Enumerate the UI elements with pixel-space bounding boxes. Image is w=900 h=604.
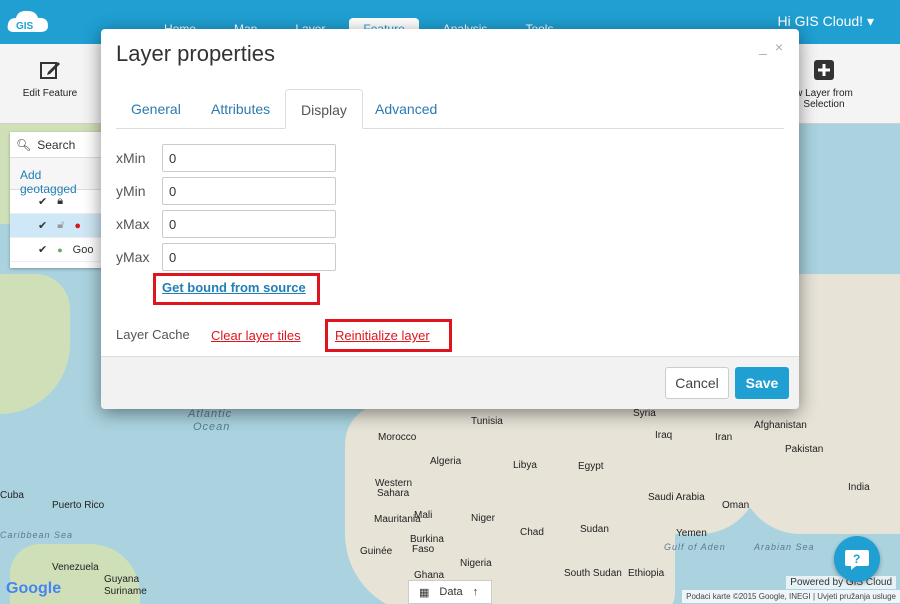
arrow-up-icon: ↑: [472, 586, 479, 598]
edit-feature-label: Edit Feature: [22, 88, 78, 99]
dialog-tabs: General Attributes Display Advanced: [116, 89, 784, 129]
ymax-input[interactable]: [162, 243, 336, 271]
map-label-morocco: Morocco: [378, 432, 417, 443]
map-label-afghanistan: Afghanistan: [754, 420, 807, 431]
edit-feature-button[interactable]: Edit Feature: [0, 58, 100, 99]
map-label-pakistan: Pakistan: [785, 444, 824, 455]
dialog-title: Layer properties: [116, 41, 275, 66]
map-label-egypt: Egypt: [578, 461, 604, 472]
lock-icon[interactable]: 🔒︎: [57, 195, 63, 208]
map-label-sudan: Sudan: [580, 524, 609, 535]
check-icon[interactable]: ✔: [38, 195, 47, 208]
data-tab-button[interactable]: ▦ Data ↑: [408, 580, 492, 604]
help-chat-button[interactable]: ?: [834, 536, 880, 582]
map-label-nigeria: Nigeria: [460, 558, 492, 569]
xmin-label: xMin: [116, 150, 146, 166]
layer-dot-icon: ●: [57, 244, 63, 255]
dialog-footer: Cancel Save: [101, 356, 799, 409]
map-label-south-sudan: South Sudan: [564, 568, 622, 579]
tab-general[interactable]: General: [116, 89, 196, 129]
map-label-mali: Mali: [414, 510, 433, 521]
tab-display[interactable]: Display: [285, 89, 363, 129]
save-button[interactable]: Save: [735, 367, 789, 399]
map-label-saudi: Saudi Arabia: [648, 492, 705, 503]
xmax-input[interactable]: [162, 210, 336, 238]
ymin-input[interactable]: [162, 177, 336, 205]
map-label-arabian-sea: Arabian Sea: [754, 542, 815, 552]
xmin-input[interactable]: [162, 144, 336, 172]
map-label-syria: Syria: [633, 408, 656, 419]
map-label-algeria: Algeria: [430, 456, 462, 467]
map-label-faso: Faso: [412, 544, 435, 555]
grid-icon: ▦: [419, 587, 430, 599]
clear-layer-tiles-link[interactable]: Clear layer tiles: [211, 328, 301, 343]
map-label-puerto-rico: Puerto Rico: [52, 500, 105, 511]
minimize-icon[interactable]: _: [759, 39, 767, 55]
svg-text:?: ?: [853, 552, 860, 566]
map-label-venezuela: Venezuela: [52, 562, 99, 573]
unlock-icon[interactable]: 🔓︎: [57, 219, 64, 232]
selection-label: Selection: [803, 99, 845, 110]
map-label-libya: Libya: [513, 460, 537, 471]
search-label: Search: [37, 137, 76, 152]
layer-name: Goo: [72, 243, 94, 256]
map-label-cuba: Cuba: [0, 490, 24, 501]
map-label-caribbean: Caribbean Sea: [0, 530, 74, 540]
map-label-india: India: [848, 482, 870, 493]
map-label-sahara: Sahara: [377, 488, 410, 499]
map-label-atlantic: Atlantic: [188, 408, 233, 420]
layers-panel: 🔍︎ Search Add geotagged ✔ 🔒︎ ✔ 🔓︎ ● ✔ ● …: [10, 132, 102, 268]
caret-down-icon: ▾: [866, 13, 874, 29]
map-attribution[interactable]: Podaci karte ©2015 Google, INEGI | Uvjet…: [682, 590, 900, 603]
reinitialize-layer-link[interactable]: Reinitialize layer: [335, 328, 430, 343]
check-icon[interactable]: ✔: [38, 219, 47, 232]
close-icon[interactable]: ×: [775, 39, 783, 55]
map-label-guinee: Guinée: [360, 546, 393, 557]
ymax-label: yMax: [116, 249, 150, 265]
map-label-suriname: Suriname: [104, 586, 147, 597]
map-label-guyana: Guyana: [104, 574, 140, 585]
help-bubble-icon: ?: [845, 550, 869, 570]
cancel-button[interactable]: Cancel: [665, 367, 729, 399]
map-label-chad: Chad: [520, 527, 544, 538]
map-label-gulf-aden: Gulf of Aden: [664, 542, 726, 552]
google-logo: Google: [6, 580, 62, 597]
xmax-label: xMax: [116, 216, 150, 232]
map-label-iraq: Iraq: [655, 430, 673, 441]
data-tab-label: Data: [439, 586, 463, 598]
tab-advanced[interactable]: Advanced: [360, 89, 452, 129]
map-label-ethiopia: Ethiopia: [628, 568, 665, 579]
user-menu[interactable]: Hi GIS Cloud! ▾: [777, 13, 874, 30]
get-bound-from-source-link[interactable]: Get bound from source: [162, 280, 306, 295]
map-label-oman: Oman: [722, 500, 750, 511]
map-label-yemen: Yemen: [676, 528, 707, 539]
layer-row[interactable]: ✔ ● Goo: [10, 238, 102, 262]
layer-search-button[interactable]: 🔍︎ Search: [10, 132, 102, 158]
map-label-ocean: Ocean: [193, 421, 231, 433]
edit-icon: [40, 62, 60, 79]
check-icon[interactable]: ✔: [38, 243, 47, 256]
point-style-icon: ●: [74, 219, 82, 232]
map-label-iran: Iran: [715, 432, 733, 443]
user-greeting: Hi GIS Cloud!: [777, 13, 864, 29]
dialog-controls: _ ×: [759, 39, 783, 55]
map-label-tunisia: Tunisia: [471, 416, 503, 427]
search-icon: 🔍︎: [16, 137, 32, 152]
ymin-label: yMin: [116, 183, 146, 199]
layer-cache-label: Layer Cache: [116, 327, 190, 342]
plus-square-icon: [814, 60, 834, 80]
layer-row-selected[interactable]: ✔ 🔓︎ ●: [10, 214, 102, 238]
tab-attributes[interactable]: Attributes: [196, 89, 285, 129]
svg-text:GIS: GIS: [16, 21, 34, 32]
add-geotagged-link[interactable]: Add geotagged: [10, 158, 102, 196]
map-land-us-east: [0, 274, 70, 414]
gis-cloud-logo[interactable]: GIS: [6, 6, 50, 36]
layer-properties-dialog: Layer properties _ × General Attributes …: [101, 29, 799, 409]
new-layer-label: w Layer from: [795, 88, 853, 99]
map-label-niger: Niger: [471, 513, 495, 524]
